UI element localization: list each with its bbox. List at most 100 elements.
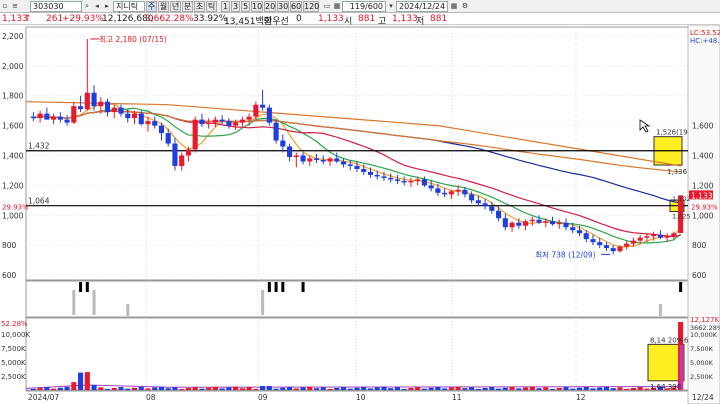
candle-body <box>84 92 90 110</box>
candle-body <box>327 158 333 162</box>
candle-body <box>334 158 340 162</box>
volume-bar <box>394 387 401 390</box>
period-button-5[interactable]: 5 <box>241 1 250 12</box>
volume-bar <box>226 387 232 390</box>
highlight-box-small-bottom-label: 1,025 <box>672 213 691 221</box>
volume-left-top-label: 52.28% <box>1 320 28 328</box>
volume-bar <box>475 388 481 390</box>
quote-current: 1,133 <box>318 14 344 24</box>
candle-body <box>448 191 454 195</box>
volume-bar <box>57 387 63 390</box>
candle-body <box>192 119 198 150</box>
price-tag-label: 1,133 <box>691 191 713 200</box>
view-button-month[interactable]: 월 <box>158 1 169 12</box>
view-button-week[interactable]: 주 <box>146 1 157 12</box>
volume-bar <box>576 387 583 390</box>
candle-body <box>462 189 468 195</box>
volume-bar <box>158 386 165 390</box>
price-tick-label: 1,600 <box>2 122 24 131</box>
candle-body <box>347 164 353 166</box>
candle-body <box>219 119 225 122</box>
volume-bar <box>347 388 353 390</box>
candle-body <box>576 230 583 234</box>
volume-bar <box>367 388 374 390</box>
signal-bar <box>72 290 76 315</box>
view-button-tick[interactable]: 틱 <box>206 1 217 12</box>
candle-body <box>179 155 185 166</box>
period-button-3[interactable]: 3 <box>231 1 240 12</box>
chart-window: ▫ ≡ 303030 ⌕ ◂ ▸ 지니틱스 주 월 년 분 초 틱 1 3 5 … <box>0 0 720 404</box>
period-button-60[interactable]: 60 <box>290 1 302 12</box>
pin-icon[interactable]: ▫ <box>0 1 10 12</box>
volume-bar <box>199 388 205 390</box>
candle-body <box>475 200 481 204</box>
candle-body <box>300 155 306 162</box>
volume-tick-label: 5,000K <box>1 359 26 367</box>
volume-bar <box>246 387 252 390</box>
price-tick-label: 2,000 <box>2 62 24 71</box>
volume-bar <box>118 387 124 390</box>
calendar-icon[interactable]: ▦ <box>449 1 459 12</box>
quote-high: 1,133 <box>392 14 418 24</box>
list-icon[interactable]: ≡ <box>10 1 20 12</box>
volume-bar <box>320 387 326 390</box>
symbol-code-input[interactable]: 303030 <box>30 1 82 12</box>
volume-bar <box>260 386 266 390</box>
candle-body <box>266 107 272 123</box>
candle-body <box>374 174 380 177</box>
bar-count-input[interactable]: 119/600 <box>342 1 386 12</box>
view-button-minute[interactable]: 분 <box>182 1 193 12</box>
period-button-120[interactable]: 120 <box>303 1 319 12</box>
price-tick-label: 2,200 <box>2 32 24 41</box>
volume-bar <box>516 388 522 390</box>
candle-body <box>172 143 178 166</box>
date-input[interactable]: 2024/12/24 <box>396 1 448 12</box>
view-button-second[interactable]: 초 <box>194 1 205 12</box>
price-chart[interactable]: 2,200 2,000 1,800 1,600 1,400 1,200 1,000 800 60… <box>0 25 720 404</box>
volume-bar <box>509 386 515 390</box>
arrow-left-icon[interactable]: ◂ <box>92 1 102 12</box>
candle-body <box>543 221 549 223</box>
arrow-right-icon[interactable]: ▸ <box>102 1 112 12</box>
candle-body <box>408 180 414 183</box>
candle-body <box>287 146 293 157</box>
signal-bar <box>85 282 89 292</box>
candle-body <box>260 104 266 108</box>
highlight-box-top-label: 1,526(19 <box>656 129 688 137</box>
volume-bar <box>125 388 131 390</box>
zoom-icon[interactable]: ▭ <box>322 1 332 12</box>
view-button-year[interactable]: 년 <box>170 1 181 12</box>
volume-bar <box>239 388 245 390</box>
candle-body <box>313 158 320 160</box>
volume-bar <box>381 386 387 390</box>
candle <box>192 116 198 153</box>
price-right-tick-label: 1,400 <box>692 151 714 160</box>
volume-right-tick-label: 10,000K <box>690 331 718 339</box>
settings-icon[interactable]: ⚙ <box>460 1 470 12</box>
price-right-tick-label: 1,200 <box>692 181 714 190</box>
volume-bar <box>583 386 589 390</box>
volume-bar <box>590 388 596 390</box>
period-button-20[interactable]: 20 <box>264 1 276 12</box>
chevron-down-icon[interactable]: ▾ <box>386 1 396 12</box>
search-icon[interactable]: ⌕ <box>82 1 92 12</box>
candle-body <box>246 116 252 120</box>
low-annotation-label: 최저 738 (12/09) <box>535 249 595 259</box>
volume-bar <box>111 387 117 390</box>
candle-body <box>401 180 407 183</box>
volume-bar <box>78 372 84 390</box>
period-button-1[interactable]: 1 <box>221 1 230 12</box>
candle-body <box>549 221 556 225</box>
volume-bar <box>51 388 57 390</box>
volume-right-tick-label: 2,500K <box>690 373 714 381</box>
volume-bar <box>401 388 407 390</box>
signal-bar <box>267 282 271 292</box>
candle-body <box>37 113 43 119</box>
x-axis-label: 10 <box>356 393 366 402</box>
period-button-30[interactable]: 30 <box>277 1 289 12</box>
grid-icon[interactable]: ▦ <box>332 1 342 12</box>
candle <box>266 104 272 126</box>
volume-bar <box>597 387 603 390</box>
period-button-10[interactable]: 10 <box>251 1 263 12</box>
candle-body <box>253 104 259 117</box>
